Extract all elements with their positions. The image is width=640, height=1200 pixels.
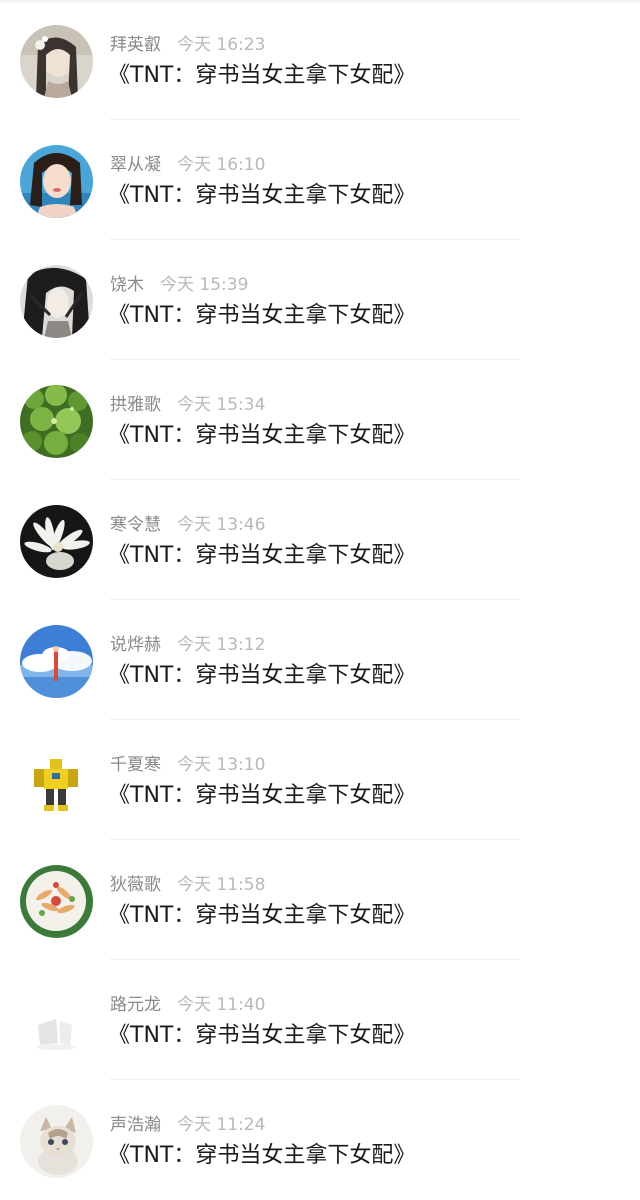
username[interactable]: 拜英叡 — [110, 35, 161, 55]
comment-text: 《TNT：穿书当女主拿下女配》 — [108, 1023, 416, 1048]
comment-list: 拜英叡 今天 16:23 《TNT：穿书当女主拿下女配》 翠从凝 今天 16:10 … — [0, 0, 640, 1200]
timestamp: 今天 11:58 — [177, 875, 266, 895]
yellow-robot-avatar[interactable] — [20, 745, 93, 818]
sky-cloud-figure-avatar[interactable] — [20, 625, 93, 698]
green-leaves-avatar[interactable] — [20, 385, 93, 458]
comment-meta: 饶木 今天 15:39 — [110, 273, 248, 297]
timestamp: 今天 15:34 — [177, 395, 266, 415]
comment-meta: 声浩瀚 今天 11:24 — [110, 1113, 265, 1137]
comment-text: 《TNT：穿书当女主拿下女配》 — [108, 543, 416, 568]
username[interactable]: 翠从凝 — [110, 155, 161, 175]
timestamp: 今天 16:10 — [177, 155, 266, 175]
timestamp: 今天 13:46 — [177, 515, 266, 535]
comment-meta: 翠从凝 今天 16:10 — [110, 153, 265, 177]
comment-item[interactable]: 寒令慧 今天 13:46 《TNT：穿书当女主拿下女配》 — [0, 480, 640, 600]
username[interactable]: 声浩瀚 — [110, 1115, 161, 1135]
username[interactable]: 狄薇歌 — [110, 875, 161, 895]
username[interactable]: 寒令慧 — [110, 515, 161, 535]
username[interactable]: 饶木 — [110, 275, 144, 295]
comment-meta: 拱雅歌 今天 15:34 — [110, 393, 265, 417]
kitten-avatar[interactable] — [20, 1105, 93, 1178]
comment-text: 《TNT：穿书当女主拿下女配》 — [108, 423, 416, 448]
comment-text: 《TNT：穿书当女主拿下女配》 — [108, 903, 416, 928]
comment-meta: 寒令慧 今天 13:46 — [110, 513, 265, 537]
comment-meta: 说烨赫 今天 13:12 — [110, 633, 265, 657]
comment-meta: 千夏寒 今天 13:10 — [110, 753, 265, 777]
timestamp: 今天 13:12 — [177, 635, 266, 655]
portrait-woman-selfie-avatar[interactable] — [20, 145, 93, 218]
username[interactable]: 路元龙 — [110, 995, 161, 1015]
timestamp: 今天 11:40 — [177, 995, 266, 1015]
comment-text: 《TNT：穿书当女主拿下女配》 — [108, 183, 416, 208]
faint-white-object-avatar[interactable] — [20, 985, 93, 1058]
comment-item[interactable]: 路元龙 今天 11:40 《TNT：穿书当女主拿下女配》 — [0, 960, 640, 1080]
comment-text: 《TNT：穿书当女主拿下女配》 — [108, 783, 416, 808]
food-plate-avatar[interactable] — [20, 865, 93, 938]
username[interactable]: 千夏寒 — [110, 755, 161, 775]
comment-item[interactable]: 拜英叡 今天 16:23 《TNT：穿书当女主拿下女配》 — [0, 0, 640, 120]
username[interactable]: 说烨赫 — [110, 635, 161, 655]
timestamp: 今天 16:23 — [177, 35, 266, 55]
timestamp: 今天 15:39 — [160, 275, 249, 295]
comment-meta: 拜英叡 今天 16:23 — [110, 33, 265, 57]
comment-item[interactable]: 翠从凝 今天 16:10 《TNT：穿书当女主拿下女配》 — [0, 120, 640, 240]
comment-item[interactable]: 千夏寒 今天 13:10 《TNT：穿书当女主拿下女配》 — [0, 720, 640, 840]
comment-text: 《TNT：穿书当女主拿下女配》 — [108, 1143, 416, 1168]
timestamp: 今天 13:10 — [177, 755, 266, 775]
anime-long-hair-avatar[interactable] — [20, 265, 93, 338]
comment-meta: 路元龙 今天 11:40 — [110, 993, 265, 1017]
comment-text: 《TNT：穿书当女主拿下女配》 — [108, 663, 416, 688]
comment-meta: 狄薇歌 今天 11:58 — [110, 873, 265, 897]
portrait-woman-flower-avatar[interactable] — [20, 25, 93, 98]
comment-item[interactable]: 饶木 今天 15:39 《TNT：穿书当女主拿下女配》 — [0, 240, 640, 360]
comment-item[interactable]: 说烨赫 今天 13:12 《TNT：穿书当女主拿下女配》 — [0, 600, 640, 720]
timestamp: 今天 11:24 — [177, 1115, 266, 1135]
comment-item[interactable]: 声浩瀚 今天 11:24 《TNT：穿书当女主拿下女配》 — [0, 1080, 640, 1200]
comment-item[interactable]: 拱雅歌 今天 15:34 《TNT：穿书当女主拿下女配》 — [0, 360, 640, 480]
white-flower-avatar[interactable] — [20, 505, 93, 578]
username[interactable]: 拱雅歌 — [110, 395, 161, 415]
comment-text: 《TNT：穿书当女主拿下女配》 — [108, 63, 416, 88]
comment-text: 《TNT：穿书当女主拿下女配》 — [108, 303, 416, 328]
comment-item[interactable]: 狄薇歌 今天 11:58 《TNT：穿书当女主拿下女配》 — [0, 840, 640, 960]
